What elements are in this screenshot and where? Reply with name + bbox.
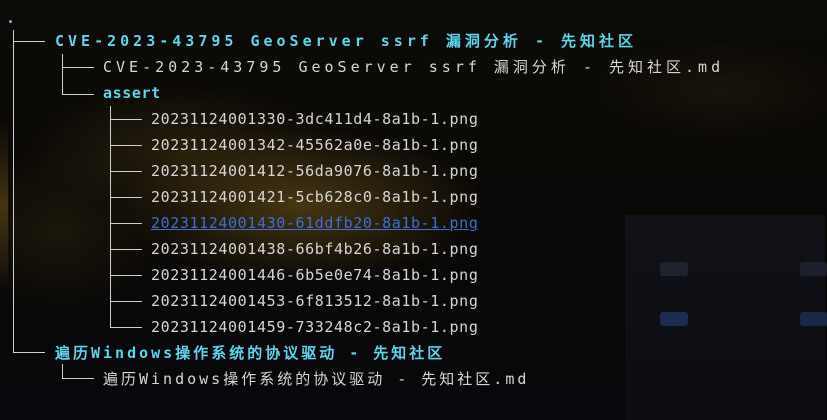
file-entry[interactable]: 20231124001446-6b5e0e74-8a1b-1.png xyxy=(151,263,478,287)
tree-branch xyxy=(110,327,142,328)
tree-branch xyxy=(13,352,45,353)
tree-branch xyxy=(110,119,142,120)
directory-entry[interactable]: 遍历Windows操作系统的协议驱动 - 先知社区 xyxy=(55,341,445,365)
tree-branch xyxy=(110,275,142,276)
tree-connector-assert xyxy=(110,106,111,327)
tree-connector-folder2 xyxy=(62,364,63,378)
file-entry[interactable]: 20231124001453-6f813512-8a1b-1.png xyxy=(151,289,478,313)
file-entry-hovered-link[interactable]: 20231124001430-61ddfb20-8a1b-1.png xyxy=(151,211,478,235)
file-entry[interactable]: 20231124001330-3dc411d4-8a1b-1.png xyxy=(151,107,478,131)
tree-connector-root xyxy=(13,30,14,352)
tree-branch xyxy=(62,378,94,379)
tree-root: . xyxy=(6,9,16,27)
tree-branch xyxy=(62,94,94,95)
tree-branch xyxy=(110,249,142,250)
tree-output[interactable]: . CVE-2023-43795 GeoServer ssrf 漏洞分析 - 先… xyxy=(0,0,827,420)
file-entry[interactable]: 20231124001421-5cb628c0-8a1b-1.png xyxy=(151,185,478,209)
directory-entry[interactable]: CVE-2023-43795 GeoServer ssrf 漏洞分析 - 先知社… xyxy=(55,29,637,53)
tree-branch xyxy=(110,301,142,302)
tree-branch xyxy=(110,171,142,172)
tree-branch xyxy=(62,67,94,68)
file-entry[interactable]: 遍历Windows操作系统的协议驱动 - 先知社区.md xyxy=(103,367,529,391)
tree-connector-folder1 xyxy=(62,54,63,94)
file-entry[interactable]: 20231124001412-56da9076-8a1b-1.png xyxy=(151,159,478,183)
file-entry[interactable]: 20231124001438-66bf4b26-8a1b-1.png xyxy=(151,237,478,261)
tree-branch xyxy=(110,145,142,146)
file-entry[interactable]: CVE-2023-43795 GeoServer ssrf 漏洞分析 - 先知社… xyxy=(103,55,724,79)
tree-branch xyxy=(110,197,142,198)
file-entry[interactable]: 20231124001342-45562a0e-8a1b-1.png xyxy=(151,133,478,157)
file-entry[interactable]: 20231124001459-733248c2-8a1b-1.png xyxy=(151,315,478,339)
directory-entry[interactable]: assert xyxy=(103,81,161,105)
tree-branch xyxy=(110,223,142,224)
tree-branch xyxy=(13,41,45,42)
